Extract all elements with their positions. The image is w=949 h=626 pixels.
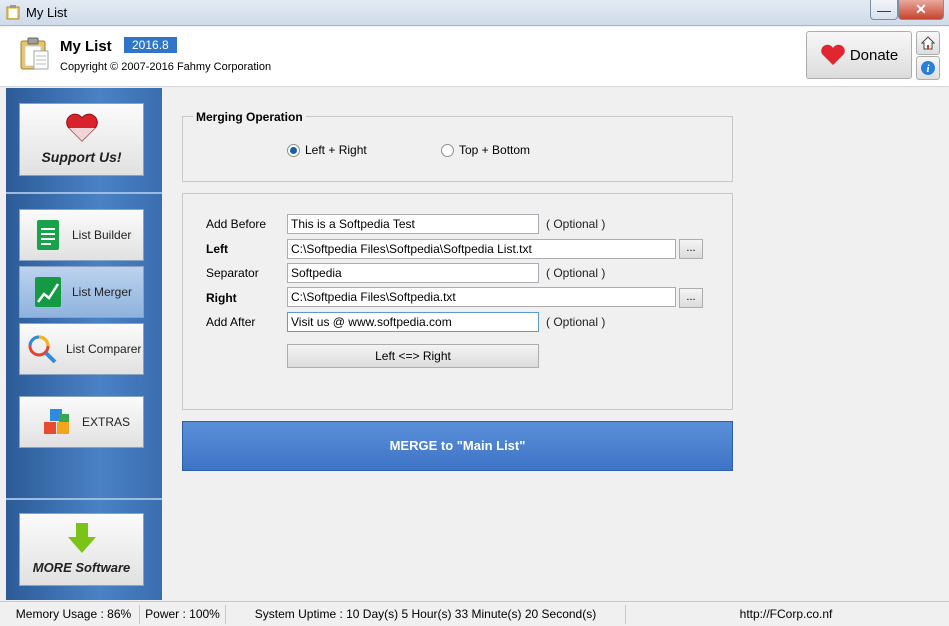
swap-left-right-button[interactable]: Left <=> Right xyxy=(287,344,539,368)
more-software-button[interactable]: MORE Software xyxy=(19,513,144,586)
radio-top-bottom[interactable]: Top + Bottom xyxy=(441,143,530,157)
magnifier-icon xyxy=(28,335,57,364)
heart-icon xyxy=(821,44,845,65)
add-before-input[interactable]: This is a Softpedia Test xyxy=(287,214,539,234)
add-after-label: Add After xyxy=(206,315,256,329)
merge-to-main-list-button[interactable]: MERGE to "Main List" xyxy=(182,421,733,471)
system-uptime: System Uptime : 10 Day(s) 5 Hour(s) 33 M… xyxy=(226,605,626,624)
list-comparer-label: List Comparer xyxy=(66,342,142,356)
info-icon: i xyxy=(921,61,935,75)
radio-left-right[interactable]: Left + Right xyxy=(287,143,367,157)
website-link[interactable]: http://FCorp.co.nf xyxy=(626,605,946,624)
separator-input[interactable]: Softpedia xyxy=(287,263,539,283)
chart-document-icon xyxy=(35,277,61,307)
optional-hint: ( Optional ) xyxy=(546,315,606,329)
right-file-input[interactable]: C:\Softpedia Files\Softpedia.txt xyxy=(287,287,676,307)
app-clipboard-icon xyxy=(6,5,20,20)
sidebar-divider xyxy=(6,192,162,194)
donate-button[interactable]: Donate xyxy=(806,31,912,79)
sidebar-divider xyxy=(6,498,162,500)
memory-usage: Memory Usage : 86% xyxy=(8,605,140,624)
cubes-icon xyxy=(44,409,69,434)
optional-hint: ( Optional ) xyxy=(546,266,606,280)
sidebar-item-list-builder[interactable]: List Builder xyxy=(19,209,144,261)
clipboard-logo-icon xyxy=(20,37,49,70)
sidebar-item-extras[interactable]: EXTRAS xyxy=(19,396,144,448)
list-merger-label: List Merger xyxy=(72,285,133,299)
title-bar[interactable]: My List — ✕ xyxy=(0,0,949,26)
right-label: Right xyxy=(206,291,237,305)
extras-label: EXTRAS xyxy=(82,415,131,429)
minimize-icon: — xyxy=(877,1,891,18)
copyright-text: Copyright © 2007-2016 Fahmy Corporation xyxy=(60,61,272,73)
sidebar-item-list-comparer[interactable]: List Comparer xyxy=(19,323,144,375)
status-bar: Memory Usage : 86% Power : 100% System U… xyxy=(0,601,949,626)
heart-icon xyxy=(65,113,98,142)
support-us-button[interactable]: Support Us! xyxy=(19,103,144,176)
home-button[interactable] xyxy=(916,31,940,55)
minimize-button[interactable]: — xyxy=(870,0,898,20)
app-name: My List xyxy=(60,38,112,55)
app-header: My List 2016.8 Copyright © 2007-2016 Fah… xyxy=(0,27,949,87)
sidebar: Support Us! List Builder List Merger Lis… xyxy=(6,88,162,600)
more-software-label: MORE Software xyxy=(32,560,131,575)
support-us-label: Support Us! xyxy=(41,149,122,165)
left-browse-button[interactable]: ... xyxy=(679,239,703,259)
donate-label: Donate xyxy=(849,46,899,64)
left-label: Left xyxy=(206,242,228,256)
close-button[interactable]: ✕ xyxy=(898,0,944,20)
list-builder-label: List Builder xyxy=(72,228,132,242)
left-file-input[interactable]: C:\Softpedia Files\Softpedia\Softpedia L… xyxy=(287,239,676,259)
merging-operation-legend: Merging Operation xyxy=(193,110,306,124)
radio-top-bottom-label: Top + Bottom xyxy=(459,143,531,157)
add-before-label: Add Before xyxy=(206,217,267,231)
home-icon xyxy=(920,36,936,50)
version-badge: 2016.8 xyxy=(124,37,177,53)
window-title: My List xyxy=(26,5,68,20)
info-button[interactable]: i xyxy=(916,56,940,80)
sidebar-item-list-merger[interactable]: List Merger xyxy=(19,266,144,318)
optional-hint: ( Optional ) xyxy=(546,217,606,231)
document-icon xyxy=(37,220,59,250)
separator-label: Separator xyxy=(206,266,259,280)
close-icon: ✕ xyxy=(915,1,927,17)
right-browse-button[interactable]: ... xyxy=(679,288,703,308)
radio-left-right-label: Left + Right xyxy=(305,143,367,157)
download-arrow-icon xyxy=(67,523,96,553)
radio-unselected-icon xyxy=(441,143,454,157)
radio-selected-icon xyxy=(287,143,300,157)
add-after-input[interactable]: Visit us @ www.softpedia.com xyxy=(287,312,539,332)
power-status: Power : 100% xyxy=(140,605,226,624)
